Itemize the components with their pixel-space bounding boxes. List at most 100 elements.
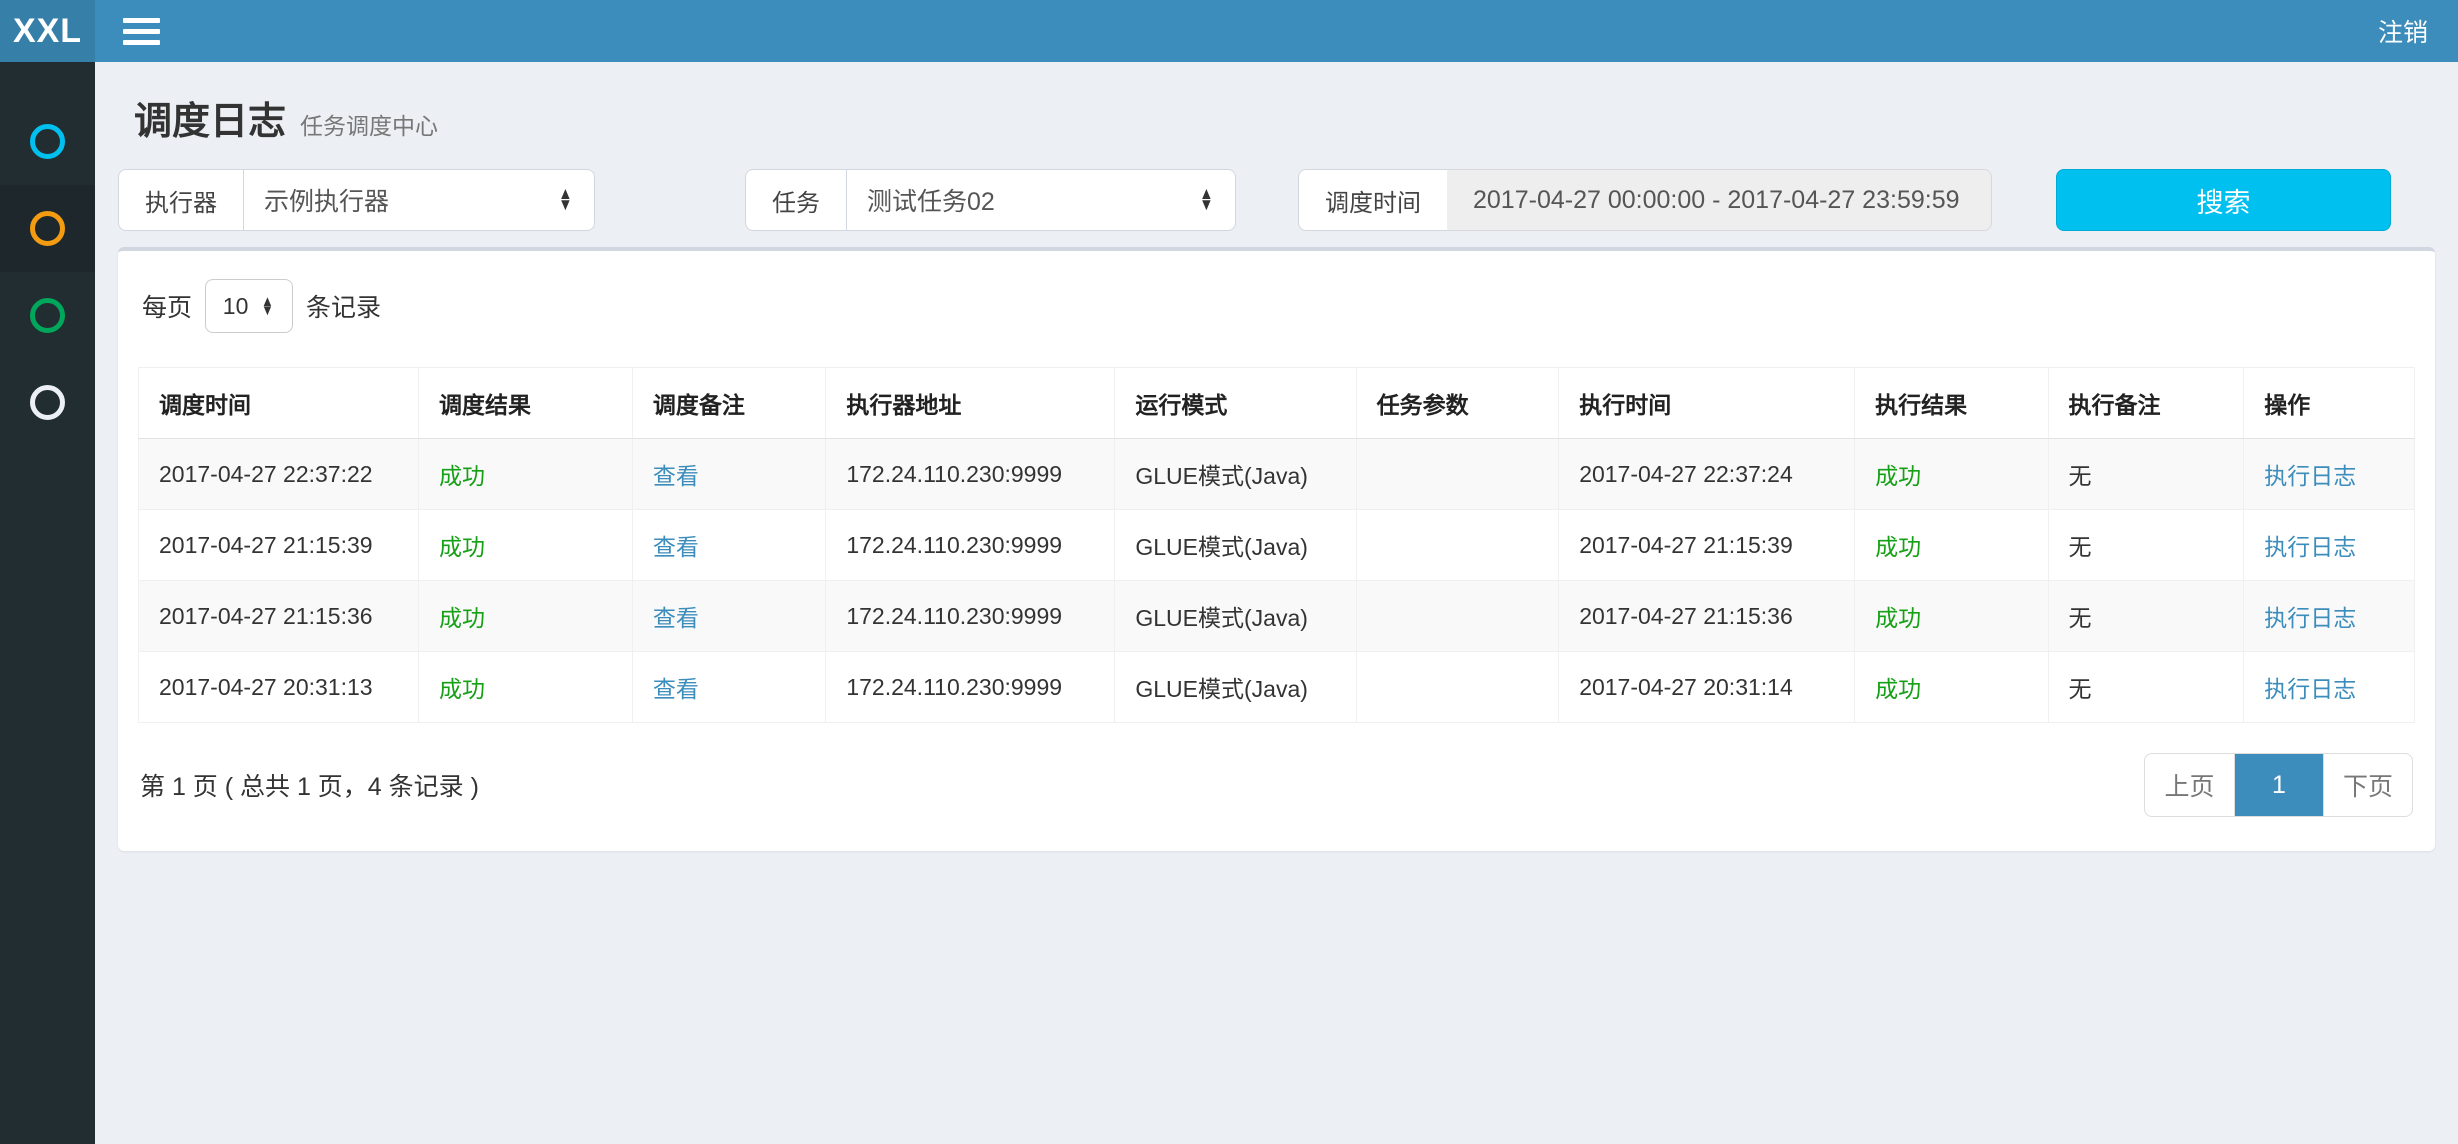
cell-action[interactable]: 执行日志 — [2244, 581, 2415, 652]
cell-exec_time: 2017-04-27 22:37:24 — [1559, 439, 1855, 510]
cell-job_param — [1356, 510, 1559, 581]
cell-trigger_time: 2017-04-27 21:15:39 — [139, 510, 419, 581]
sidebar-item-3[interactable] — [0, 272, 95, 359]
page-size-value: 10 — [223, 293, 249, 320]
table-header-row: 调度时间调度结果调度备注执行器地址运行模式任务参数执行时间执行结果执行备注操作 — [139, 368, 2415, 439]
job-filter-group: 任务 测试任务02 ▲▼ — [745, 169, 1236, 231]
xxl-job-admin-window: XXL 注销 调度日志 任务调度中心 执行器 示例执行器 ▲▼ 任务 测试任务0… — [0, 0, 2458, 1144]
cell-exec_result: 成功 — [1855, 510, 2048, 581]
column-header-exec_remark: 执行备注 — [2048, 368, 2244, 439]
content-area: 调度日志 任务调度中心 执行器 示例执行器 ▲▼ 任务 测试任务02 ▲▼ 调度… — [95, 62, 2458, 1144]
page-size-suffix: 条记录 — [306, 288, 381, 324]
sidebar-item-2[interactable] — [0, 185, 95, 272]
cell-exec_time: 2017-04-27 20:31:14 — [1559, 652, 1855, 723]
cell-trigger_remark[interactable]: 查看 — [632, 652, 825, 723]
cell-run_mode: GLUE模式(Java) — [1115, 581, 1356, 652]
executor-filter-group: 执行器 示例执行器 ▲▼ — [118, 169, 595, 231]
cell-exec_remark: 无 — [2048, 439, 2244, 510]
cell-exec_time: 2017-04-27 21:15:36 — [1559, 581, 1855, 652]
table-row: 2017-04-27 20:31:13成功查看172.24.110.230:99… — [139, 652, 2415, 723]
executor-filter-label: 执行器 — [118, 169, 243, 231]
column-header-exec_time: 执行时间 — [1559, 368, 1855, 439]
cell-exec_result: 成功 — [1855, 439, 2048, 510]
cell-job_param — [1356, 652, 1559, 723]
cell-trigger_time: 2017-04-27 21:15:36 — [139, 581, 419, 652]
cell-action[interactable]: 执行日志 — [2244, 510, 2415, 581]
cell-exec_remark: 无 — [2048, 652, 2244, 723]
select-arrows-icon: ▲▼ — [558, 189, 572, 210]
cell-run_mode: GLUE模式(Java) — [1115, 510, 1356, 581]
search-button[interactable]: 搜索 — [2056, 169, 2391, 231]
page-subtitle: 任务调度中心 — [300, 107, 438, 141]
cell-trigger_result: 成功 — [418, 581, 632, 652]
page-title: 调度日志 — [134, 90, 286, 145]
top-navbar: XXL 注销 — [0, 0, 2458, 62]
trigger-time-filter-group: 调度时间 2017-04-27 00:00:00 - 2017-04-27 23… — [1298, 169, 1992, 231]
cell-exec_remark: 无 — [2048, 510, 2244, 581]
page-size-select[interactable]: 10 ▲▼ — [205, 279, 293, 333]
cell-address: 172.24.110.230:9999 — [826, 652, 1115, 723]
cell-job_param — [1356, 581, 1559, 652]
page-size-prefix: 每页 — [142, 288, 192, 324]
circle-icon — [30, 298, 65, 333]
cell-trigger_result: 成功 — [418, 439, 632, 510]
log-table: 调度时间调度结果调度备注执行器地址运行模式任务参数执行时间执行结果执行备注操作 … — [138, 367, 2415, 723]
column-header-trigger_result: 调度结果 — [418, 368, 632, 439]
cell-exec_time: 2017-04-27 21:15:39 — [1559, 510, 1855, 581]
pagination-summary: 第 1 页 ( 总共 1 页，4 条记录 ) — [140, 767, 479, 803]
cell-address: 172.24.110.230:9999 — [826, 581, 1115, 652]
cell-address: 172.24.110.230:9999 — [826, 439, 1115, 510]
sidebar-item-1[interactable] — [0, 98, 95, 185]
table-row: 2017-04-27 21:15:39成功查看172.24.110.230:99… — [139, 510, 2415, 581]
column-header-job_param: 任务参数 — [1356, 368, 1559, 439]
cell-trigger_time: 2017-04-27 22:37:22 — [139, 439, 419, 510]
job-select[interactable]: 测试任务02 ▲▼ — [846, 169, 1236, 231]
page-size-row: 每页 10 ▲▼ 条记录 — [138, 273, 2415, 333]
job-select-value: 测试任务02 — [867, 182, 995, 218]
column-header-run_mode: 运行模式 — [1115, 368, 1356, 439]
select-arrows-icon: ▲▼ — [261, 297, 274, 316]
filter-toolbar: 执行器 示例执行器 ▲▼ 任务 测试任务02 ▲▼ 调度时间 2017-04-2… — [118, 169, 2435, 231]
circle-icon — [30, 124, 65, 159]
cell-exec_remark: 无 — [2048, 581, 2244, 652]
cell-trigger_result: 成功 — [418, 510, 632, 581]
cell-trigger_remark[interactable]: 查看 — [632, 510, 825, 581]
pagination-row: 第 1 页 ( 总共 1 页，4 条记录 ) 上页 1 下页 — [138, 753, 2415, 817]
trigger-time-range-input[interactable]: 2017-04-27 00:00:00 - 2017-04-27 23:59:5… — [1447, 169, 1992, 231]
column-header-action: 操作 — [2244, 368, 2415, 439]
cell-action[interactable]: 执行日志 — [2244, 439, 2415, 510]
cell-trigger_remark[interactable]: 查看 — [632, 439, 825, 510]
cell-run_mode: GLUE模式(Java) — [1115, 652, 1356, 723]
circle-icon — [30, 211, 65, 246]
select-arrows-icon: ▲▼ — [1199, 189, 1213, 210]
app-logo[interactable]: XXL — [0, 0, 95, 62]
column-header-address: 执行器地址 — [826, 368, 1115, 439]
column-header-trigger_remark: 调度备注 — [632, 368, 825, 439]
executor-select[interactable]: 示例执行器 ▲▼ — [243, 169, 595, 231]
pagination-next-button[interactable]: 下页 — [2323, 754, 2412, 816]
pagination-prev-button[interactable]: 上页 — [2145, 754, 2234, 816]
sidebar-toggle-icon[interactable] — [123, 18, 160, 45]
pagination: 上页 1 下页 — [2144, 753, 2413, 817]
job-filter-label: 任务 — [745, 169, 846, 231]
table-row: 2017-04-27 21:15:36成功查看172.24.110.230:99… — [139, 581, 2415, 652]
logout-link[interactable]: 注销 — [2378, 13, 2428, 49]
cell-trigger_result: 成功 — [418, 652, 632, 723]
cell-address: 172.24.110.230:9999 — [826, 510, 1115, 581]
cell-action[interactable]: 执行日志 — [2244, 652, 2415, 723]
navbar-body: 注销 — [95, 0, 2458, 62]
cell-run_mode: GLUE模式(Java) — [1115, 439, 1356, 510]
pagination-page-1-button[interactable]: 1 — [2234, 754, 2323, 816]
cell-trigger_time: 2017-04-27 20:31:13 — [139, 652, 419, 723]
cell-trigger_remark[interactable]: 查看 — [632, 581, 825, 652]
executor-select-value: 示例执行器 — [264, 182, 389, 218]
column-header-exec_result: 执行结果 — [1855, 368, 2048, 439]
column-header-trigger_time: 调度时间 — [139, 368, 419, 439]
log-panel: 每页 10 ▲▼ 条记录 调度时间调度结果调度备注执行器地址运行模式任务参数执行… — [118, 247, 2435, 851]
sidebar — [0, 62, 95, 1144]
cell-job_param — [1356, 439, 1559, 510]
circle-icon — [30, 385, 65, 420]
cell-exec_result: 成功 — [1855, 652, 2048, 723]
trigger-time-label: 调度时间 — [1298, 169, 1447, 231]
sidebar-item-4[interactable] — [0, 359, 95, 446]
